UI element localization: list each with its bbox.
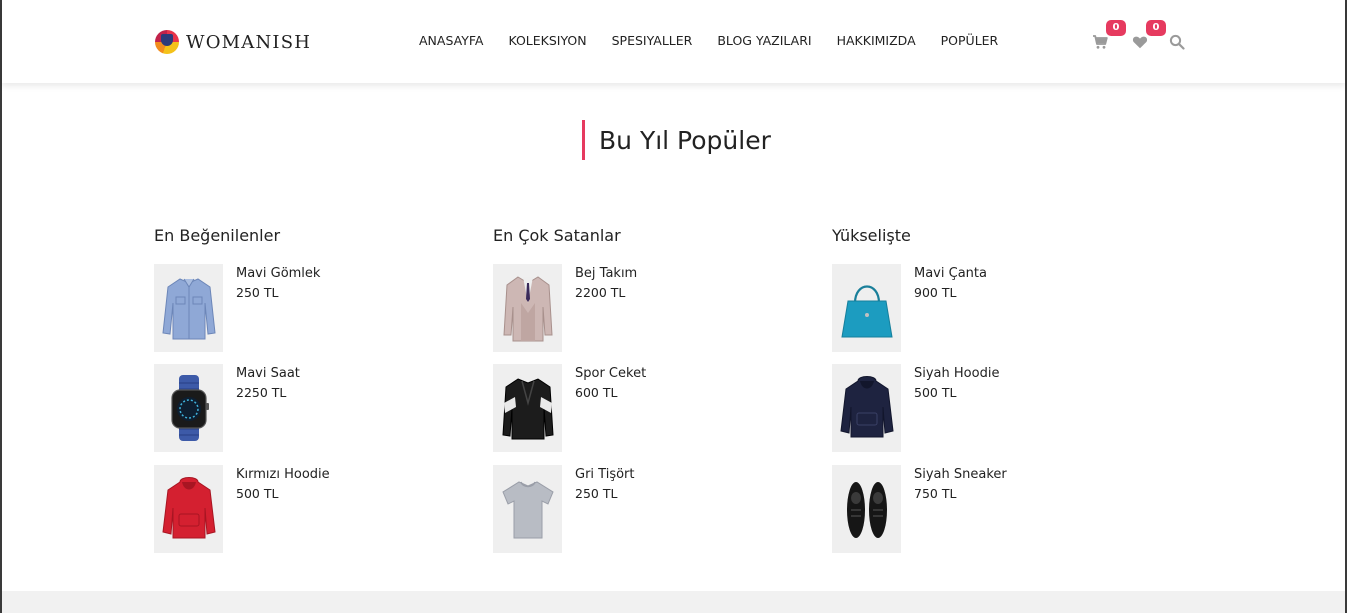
product-thumbnail[interactable]: [154, 264, 223, 352]
product-price: 750 TL: [914, 486, 957, 501]
product-price: 600 TL: [575, 385, 618, 400]
product-item[interactable]: Mavi Saat 2250 TL: [154, 364, 454, 452]
black-sneaker-icon: [846, 482, 887, 538]
section-title: Bu Yıl Popüler: [599, 125, 771, 155]
product-item[interactable]: Mavi Çanta 900 TL: [832, 264, 1132, 352]
product-thumbnail[interactable]: [832, 364, 901, 452]
product-thumbnail[interactable]: [493, 364, 562, 452]
wishlist-button[interactable]: 0: [1132, 20, 1166, 50]
search-button[interactable]: [1169, 34, 1185, 50]
product-item[interactable]: Bej Takım 2200 TL: [493, 264, 793, 352]
product-name[interactable]: Bej Takım: [575, 266, 637, 281]
nav-blog[interactable]: BLOG YAZILARI: [717, 33, 811, 51]
grey-tshirt-icon: [501, 481, 554, 539]
brand-logo-icon: [155, 30, 179, 54]
product-item[interactable]: Spor Ceket 600 TL: [493, 364, 793, 452]
product-name[interactable]: Spor Ceket: [575, 366, 646, 381]
product-price: 900 TL: [914, 285, 957, 300]
beige-suit-icon: [502, 276, 553, 342]
product-price: 250 TL: [575, 486, 618, 501]
nav-anasayfa[interactable]: ANASAYFA: [419, 33, 483, 51]
nav-spesiyaller[interactable]: SPESIYALLER: [612, 33, 693, 51]
blue-shirt-icon: [161, 278, 216, 340]
nav-hakkimizda[interactable]: HAKKIMIZDA: [837, 33, 916, 51]
brand-name: WOMANISH: [186, 31, 312, 53]
product-thumbnail[interactable]: [493, 465, 562, 553]
section-heading: Bu Yıl Popüler: [582, 120, 771, 160]
blue-watch-icon: [170, 375, 209, 441]
product-thumbnail[interactable]: [832, 465, 901, 553]
product-name[interactable]: Gri Tişört: [575, 467, 634, 482]
product-name[interactable]: Mavi Gömlek: [236, 266, 320, 281]
product-item[interactable]: Gri Tişört 250 TL: [493, 465, 793, 553]
product-name[interactable]: Siyah Sneaker: [914, 467, 1007, 482]
product-item[interactable]: Mavi Gömlek 250 TL: [154, 264, 454, 352]
page: WOMANISH ANASAYFA KOLEKSIYON SPESIYALLER…: [0, 0, 1347, 613]
product-item[interactable]: Kırmızı Hoodie 500 TL: [154, 465, 454, 553]
column-best-sellers: En Çok Satanlar Bej Takım 2200 TL Spor C…: [493, 225, 793, 553]
black-hoodie-icon: [839, 376, 894, 438]
product-thumbnail[interactable]: [154, 465, 223, 553]
heart-icon: [1132, 36, 1148, 49]
column-trending: Yükselişte Mavi Çanta 900 TL Siyah Hoodi…: [832, 225, 1132, 553]
product-name[interactable]: Mavi Saat: [236, 366, 300, 381]
cart-button[interactable]: 0: [1092, 20, 1126, 50]
title-accent-bar: [582, 120, 585, 160]
site-header: WOMANISH ANASAYFA KOLEKSIYON SPESIYALLER…: [2, 0, 1345, 83]
blue-bag-icon: [840, 285, 893, 338]
cart-icon: [1093, 35, 1108, 49]
main-nav: ANASAYFA KOLEKSIYON SPESIYALLER BLOG YAZ…: [419, 33, 1023, 51]
brand-logo[interactable]: WOMANISH: [155, 29, 311, 55]
column-title: En Beğenilenler: [154, 226, 281, 245]
column-title: Yükselişte: [832, 226, 911, 245]
column-title: En Çok Satanlar: [493, 226, 621, 245]
footer-strip: [2, 591, 1345, 613]
product-price: 500 TL: [914, 385, 957, 400]
red-hoodie-icon: [161, 477, 216, 539]
product-price: 2250 TL: [236, 385, 287, 400]
header-icons: 0 0: [1092, 20, 1188, 54]
nav-populer[interactable]: POPÜLER: [941, 33, 999, 51]
cart-count-badge: 0: [1106, 20, 1126, 36]
column-most-liked: En Beğenilenler Mavi Gömlek 250 TL Mavi …: [154, 225, 454, 553]
product-price: 2200 TL: [575, 285, 626, 300]
product-price: 250 TL: [236, 285, 279, 300]
product-thumbnail[interactable]: [154, 364, 223, 452]
product-name[interactable]: Siyah Hoodie: [914, 366, 999, 381]
product-thumbnail[interactable]: [832, 264, 901, 352]
product-price: 500 TL: [236, 486, 279, 501]
product-thumbnail[interactable]: [493, 264, 562, 352]
product-name[interactable]: Kırmızı Hoodie: [236, 467, 330, 482]
search-icon: [1169, 34, 1185, 50]
product-item[interactable]: Siyah Hoodie 500 TL: [832, 364, 1132, 452]
wishlist-count-badge: 0: [1146, 20, 1166, 36]
sport-jacket-icon: [501, 378, 554, 440]
nav-koleksiyon[interactable]: KOLEKSIYON: [508, 33, 586, 51]
product-name[interactable]: Mavi Çanta: [914, 266, 987, 281]
product-item[interactable]: Siyah Sneaker 750 TL: [832, 465, 1132, 553]
